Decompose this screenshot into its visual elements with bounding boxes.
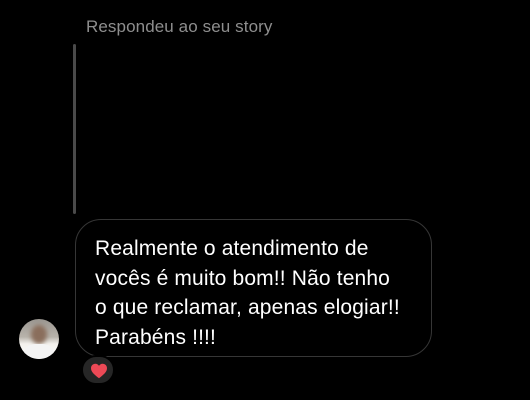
avatar-face: [31, 325, 47, 344]
avatar-body: [23, 344, 55, 359]
reaction-pill[interactable]: [81, 355, 115, 385]
avatar[interactable]: [19, 319, 59, 359]
reply-header: Respondeu ao seu story: [86, 17, 273, 36]
message-text: Realmente o atendimento de vocês é muito…: [95, 237, 400, 349]
heart-icon: [91, 363, 107, 379]
message-bubble[interactable]: Realmente o atendimento de vocês é muito…: [75, 219, 432, 357]
story-quote-bar[interactable]: [73, 44, 76, 214]
